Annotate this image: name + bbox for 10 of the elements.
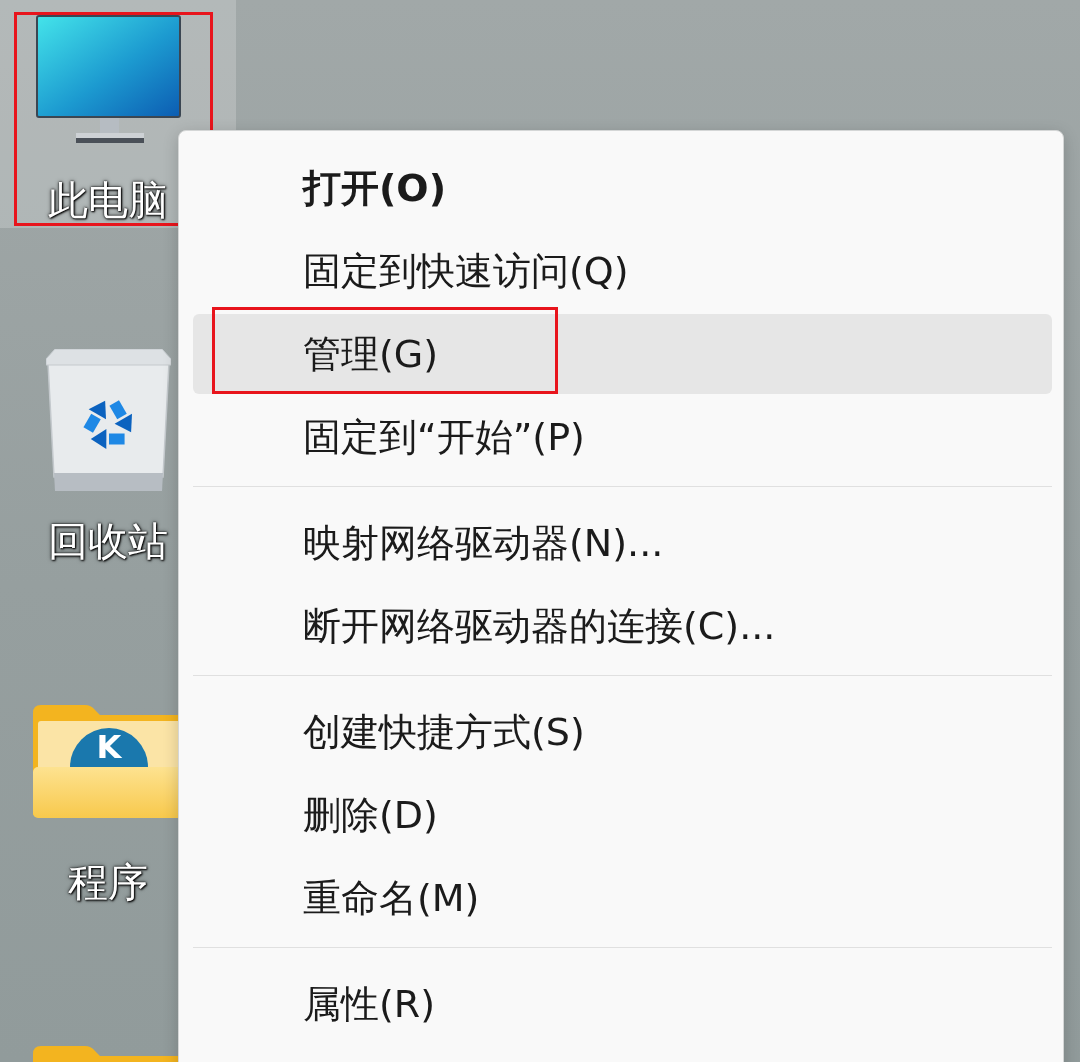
monitor-icon [35,15,181,143]
shortcut-label: 程序 [68,860,148,904]
menu-item[interactable]: 管理(G) [193,314,1052,394]
shortcut-label: 回收站 [48,519,168,563]
recycle-bin-icon [45,349,171,491]
menu-item[interactable]: 固定到快速访问(Q) [193,231,1052,311]
menu-item[interactable]: 断开网络驱动器的连接(C)... [193,586,1052,666]
shortcut-label: 此电脑 [48,178,168,222]
logo-letter: K [96,727,122,766]
menu-item[interactable]: 属性(R) [193,964,1052,1044]
